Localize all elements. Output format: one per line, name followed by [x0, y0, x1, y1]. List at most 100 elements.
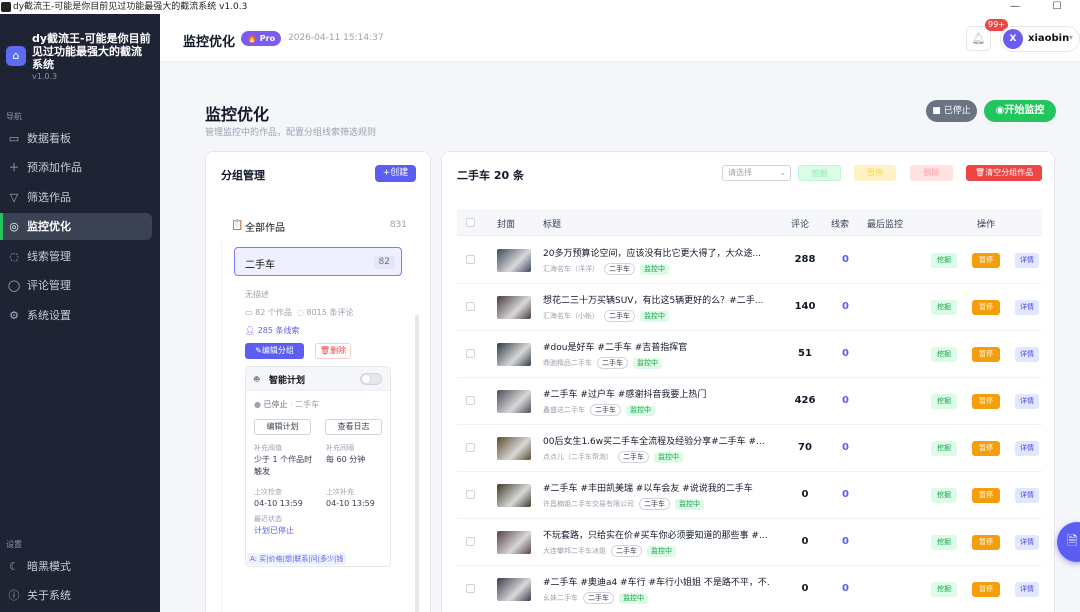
clue-count[interactable]: 0 [842, 536, 849, 547]
col-comments: 评论 [791, 220, 810, 230]
cover-thumbnail[interactable] [497, 343, 531, 366]
detail-button[interactable]: 详情 [1015, 347, 1039, 362]
cover-thumbnail[interactable] [497, 390, 531, 413]
edit-icon: ✎ [255, 346, 262, 355]
mine-button[interactable]: 挖掘 [931, 582, 957, 597]
clue-count[interactable]: 0 [842, 254, 849, 265]
detail-button[interactable]: 详情 [1015, 582, 1039, 597]
batch-pause-button[interactable]: 暂停 [854, 165, 896, 181]
work-title[interactable]: #二手车 #奥迪a4 #车行 #车行小姐姐 不是路不平，不... [543, 575, 769, 588]
cover-thumbnail[interactable] [497, 296, 531, 319]
status-select[interactable]: 请选择 ⌄ [722, 165, 791, 181]
pause-button[interactable]: 暂停 [972, 300, 1000, 315]
comment-count: 0 [801, 536, 809, 547]
all-works-item[interactable]: 📋 全部作品 831 [221, 212, 417, 240]
mine-button[interactable]: 挖掘 [931, 441, 957, 456]
row-checkbox[interactable] [466, 255, 475, 264]
create-group-button[interactable]: +创建 [375, 165, 416, 182]
group-description: 无描述 [245, 290, 269, 299]
row-checkbox[interactable] [466, 396, 475, 405]
work-meta: 点点儿（二手车帮淘） 二手车 监控中 [543, 451, 683, 463]
edit-plan-button[interactable]: 编辑计划 [254, 419, 311, 435]
status-badge: 监控中 [633, 357, 662, 369]
work-title[interactable]: #dou是好车 #二手车 #吉普指挥官 [543, 340, 769, 353]
detail-button[interactable]: 详情 [1015, 253, 1039, 268]
all-works-label: 全部作品 [245, 223, 285, 234]
last-supp-field: 上次补充 04-10 13:59 [326, 486, 375, 510]
row-checkbox[interactable] [466, 302, 475, 311]
cover-thumbnail[interactable] [497, 484, 531, 507]
pause-button[interactable]: 暂停 [972, 582, 1000, 597]
pause-button[interactable]: 暂停 [972, 253, 1000, 268]
sidebar-item-clues[interactable]: ◌ 线索管理 [0, 243, 152, 270]
mine-button[interactable]: 挖掘 [931, 394, 957, 409]
row-checkbox[interactable] [466, 349, 475, 358]
page-title: 监控优化 [205, 105, 270, 124]
batch-mine-button[interactable]: 挖掘 [798, 165, 841, 181]
sidebar-item-label: 系统设置 [27, 309, 71, 322]
work-title[interactable]: 不玩套路，只给实在价#买车你必须要知道的那些事 #... [543, 528, 769, 541]
work-title[interactable]: 20多万预算论空间，应该没有比它更大得了，大众途... [543, 246, 769, 259]
cover-thumbnail[interactable] [497, 437, 531, 460]
edit-group-button[interactable]: ✎编辑分组 [245, 343, 304, 359]
detail-button[interactable]: 详情 [1015, 441, 1039, 456]
row-checkbox[interactable] [466, 584, 475, 593]
cover-thumbnail[interactable] [497, 578, 531, 601]
mine-button[interactable]: 挖掘 [931, 300, 957, 315]
sidebar-item-dashboard[interactable]: ▭ 数据看板 [0, 125, 152, 152]
batch-delete-button[interactable]: 删除 [910, 165, 953, 181]
clear-group-works-button[interactable]: 🗑︎清空分组作品 [966, 165, 1042, 181]
pause-button[interactable]: 暂停 [972, 441, 1000, 456]
clue-count[interactable]: 0 [842, 348, 849, 359]
clue-count[interactable]: 0 [842, 583, 849, 594]
sidebar-item-about[interactable]: ⓘ 关于系统 [0, 582, 152, 609]
clue-count[interactable]: 0 [842, 489, 849, 500]
stopped-button[interactable]: ■ 已停止 [926, 100, 977, 122]
sidebar-item-pre-add[interactable]: ＋ 预添加作品 [0, 154, 152, 181]
bell-icon: 🔔︎ [971, 32, 986, 45]
view-log-button[interactable]: 查看日志 [325, 419, 382, 435]
sidebar-item-label: 预添加作品 [27, 161, 82, 174]
cover-thumbnail[interactable] [497, 249, 531, 272]
work-title[interactable]: 想花二三十万买辆SUV，有比这5辆更好的么？#二手... [543, 293, 769, 306]
work-title[interactable]: #二手车 #过户车 #感谢抖音我要上热门 [543, 387, 769, 400]
sidebar-item-dark-mode[interactable]: ☾ 暗黑模式 [0, 553, 152, 580]
detail-button[interactable]: 详情 [1015, 488, 1039, 503]
clue-count[interactable]: 0 [842, 301, 849, 312]
floating-doc-button[interactable]: 🗎︎ [1057, 522, 1080, 562]
pause-button[interactable]: 暂停 [972, 394, 1000, 409]
mine-button[interactable]: 挖掘 [931, 253, 957, 268]
detail-button[interactable]: 详情 [1015, 300, 1039, 315]
mine-button[interactable]: 挖掘 [931, 535, 957, 550]
sidebar-item-comments[interactable]: ◯ 评论管理 [0, 272, 152, 299]
pause-button[interactable]: 暂停 [972, 488, 1000, 503]
work-title[interactable]: #二手车 #丰田凯美瑞 #以车会友 #说说我的二手车 [543, 481, 769, 494]
work-title[interactable]: 00后女生1.6w买二手车全流程及经验分享#二手车 #... [543, 434, 769, 447]
smart-plan-toggle[interactable] [360, 373, 382, 385]
sidebar-item-filter[interactable]: ▽ 筛选作品 [0, 184, 152, 211]
mine-button[interactable]: 挖掘 [931, 488, 957, 503]
minimize-icon[interactable]: — [1000, 0, 1030, 14]
row-checkbox[interactable] [466, 490, 475, 499]
sidebar-item-monitor[interactable]: ◎ 监控优化 [0, 213, 152, 240]
group-scrollbar[interactable] [415, 315, 419, 612]
clue-count[interactable]: 0 [842, 395, 849, 406]
row-checkbox[interactable] [466, 537, 475, 546]
row-checkbox[interactable] [466, 443, 475, 452]
maximize-icon[interactable]: ☐ [1042, 0, 1072, 14]
group-item-used-car[interactable]: 二手车 82 [234, 247, 402, 276]
detail-button[interactable]: 详情 [1015, 535, 1039, 550]
detail-button[interactable]: 详情 [1015, 394, 1039, 409]
clue-count[interactable]: 0 [842, 442, 849, 453]
sidebar-item-settings[interactable]: ⚙ 系统设置 [0, 302, 152, 329]
mine-button[interactable]: 挖掘 [931, 347, 957, 362]
select-all-checkbox[interactable] [466, 218, 475, 227]
pause-button[interactable]: 暂停 [972, 347, 1000, 362]
smart-plan-title: 智能计划 [269, 376, 306, 386]
start-monitor-button[interactable]: ◉开始监控 [984, 100, 1056, 122]
user-menu[interactable]: X xiaobin ▾ [1000, 26, 1080, 52]
pause-button[interactable]: 暂停 [972, 535, 1000, 550]
delete-group-button[interactable]: 🗑︎删除 [315, 343, 351, 359]
cover-thumbnail[interactable] [497, 531, 531, 554]
plus-icon: ＋ [8, 161, 20, 174]
